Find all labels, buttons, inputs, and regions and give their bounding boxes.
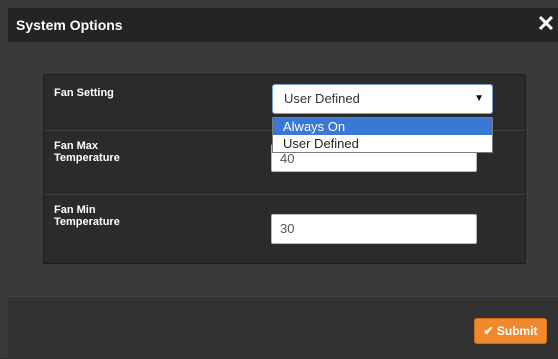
fan-setting-selected-value: User Defined [284, 91, 360, 106]
submit-label: Submit [496, 324, 538, 338]
dialog-body: Fan Setting User Defined ▼ Always On Use… [8, 42, 558, 296]
fan-setting-row: Fan Setting User Defined ▼ Always On Use… [44, 75, 525, 153]
option-always-on[interactable]: Always On [273, 118, 492, 135]
dropdown-arrow-icon: ▼ [474, 93, 484, 104]
options-panel: Fan Setting User Defined ▼ Always On Use… [43, 74, 526, 264]
fan-min-temperature-input[interactable]: 30 [271, 214, 477, 244]
fan-max-label-line2: Temperature [54, 152, 120, 164]
close-icon[interactable]: ✕ [534, 10, 558, 38]
submit-button[interactable]: ✔ Submit [474, 318, 547, 344]
option-user-defined[interactable]: User Defined [273, 135, 492, 152]
system-options-dialog: System Options ✕ Fan Setting User Define… [0, 0, 558, 359]
dialog-title: System Options [16, 17, 123, 33]
dialog-header: System Options ✕ [8, 8, 558, 42]
fan-setting-dropdown: Always On User Defined [272, 117, 493, 153]
fan-min-row: Fan Min Temperature 30 [44, 195, 525, 263]
fan-setting-select[interactable]: User Defined ▼ [272, 84, 493, 114]
fan-max-label-line1: Fan Max [54, 140, 99, 152]
dialog-footer: ✔ Submit [8, 296, 558, 359]
fan-min-label-line1: Fan Min [54, 204, 96, 216]
fan-min-label-line2: Temperature [54, 216, 120, 228]
check-icon: ✔ [483, 324, 494, 338]
fan-max-label: Fan Max Temperature [54, 140, 164, 164]
fan-min-label: Fan Min Temperature [54, 204, 164, 228]
fan-setting-label: Fan Setting [54, 87, 114, 99]
